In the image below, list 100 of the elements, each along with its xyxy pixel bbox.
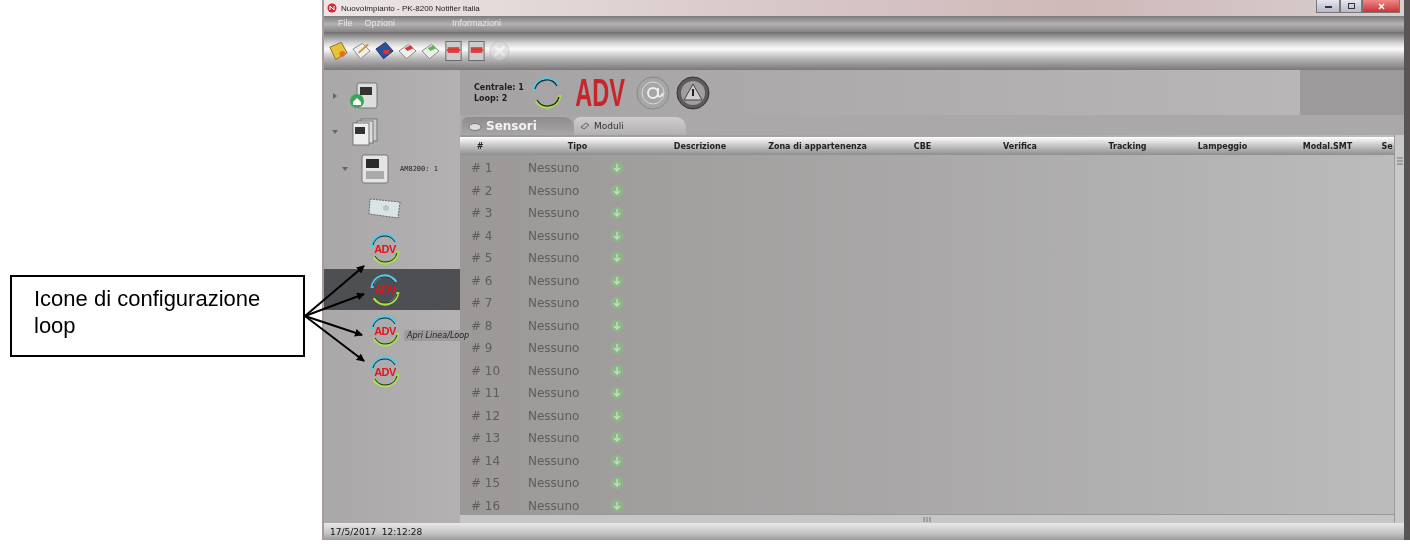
table-cell-text: Nessuno	[527, 296, 581, 311]
close-button[interactable]	[1362, 0, 1400, 13]
row-number: # 16	[470, 498, 502, 513]
panel-stack-icon	[349, 118, 381, 146]
close-icon	[1377, 2, 1385, 10]
download-arrow-icon[interactable]	[610, 273, 624, 288]
toolbar-button[interactable]	[443, 38, 464, 64]
table-cell-text: Nessuno	[527, 228, 581, 243]
download-arrow-icon[interactable]	[610, 318, 624, 333]
loop-label: ADV	[374, 242, 396, 255]
horizontal-scrollbar[interactable]	[460, 514, 1394, 523]
download-arrow-icon[interactable]	[610, 228, 624, 243]
column-header[interactable]: Descrizione	[655, 137, 745, 155]
minimize-button[interactable]	[1316, 0, 1340, 13]
loop-label: ADV	[374, 365, 396, 378]
loop-arrows-icon	[368, 313, 402, 348]
expand-arrow-icon[interactable]	[332, 93, 338, 99]
loop-arrows-icon	[368, 272, 402, 307]
maximize-icon	[1347, 3, 1355, 9]
table-cell-text: Nessuno	[527, 476, 581, 491]
row-number: # 4	[470, 228, 494, 243]
minimize-icon	[1324, 4, 1332, 8]
download-arrow-icon[interactable]	[610, 183, 624, 198]
row-number: # 2	[470, 183, 494, 198]
table-cell-text: Nessuno	[527, 363, 581, 378]
column-header[interactable]: #	[460, 137, 500, 155]
table-cell-text: Nessuno	[527, 161, 581, 176]
toolbar-button[interactable]	[466, 38, 487, 64]
download-arrow-icon[interactable]	[610, 161, 624, 176]
table-cell-text: Nessuno	[527, 206, 581, 221]
at-sign-icon[interactable]	[636, 75, 671, 110]
scroll-grip-icon	[923, 516, 931, 522]
row-number: # 5	[470, 251, 494, 266]
row-number: # 9	[470, 341, 494, 356]
row-number: # 14	[470, 453, 502, 468]
column-header[interactable]: Tracking	[1085, 137, 1170, 155]
tools-icon	[489, 39, 510, 63]
download-arrow-icon[interactable]	[610, 206, 624, 221]
loop-label: ADV	[374, 324, 396, 337]
row-number: # 1	[470, 161, 494, 176]
column-header[interactable]: Se	[1380, 137, 1394, 155]
sensor-icon	[468, 121, 482, 131]
control-panel-icon	[359, 154, 391, 184]
download-arrow-icon[interactable]	[610, 453, 624, 468]
row-number: # 6	[470, 273, 494, 288]
folder-icon	[328, 39, 349, 63]
column-header[interactable]: Tipo	[500, 137, 655, 155]
table-cell-text: Nessuno	[527, 431, 581, 446]
column-header[interactable]: Verifica	[955, 137, 1085, 155]
collapse-arrow-icon[interactable]	[332, 129, 338, 135]
table-cell-text: Nessuno	[527, 453, 581, 468]
tooltip: Apri Linea/Loop	[404, 330, 473, 341]
download-arrow-icon[interactable]	[610, 431, 624, 446]
circuit-card-icon	[367, 196, 403, 220]
adv-logo: ADV	[575, 72, 625, 113]
column-header[interactable]: CBE	[890, 137, 955, 155]
table-cell-text: Nessuno	[527, 318, 581, 333]
table-cell-text: Nessuno	[527, 341, 581, 356]
table-cell-text: Nessuno	[527, 183, 581, 198]
app-logo-icon	[327, 3, 337, 13]
loop-label: Loop: 2	[474, 93, 509, 103]
download-arrow-icon[interactable]	[610, 341, 624, 356]
row-number: # 10	[470, 363, 502, 378]
table-cell-text: Nessuno	[527, 386, 581, 401]
column-header[interactable]: Lampeggio	[1170, 137, 1275, 155]
row-number: # 11	[470, 386, 502, 401]
download-arrow-icon[interactable]	[610, 296, 624, 311]
status-text: 17/5/2017 12:12:28	[330, 526, 423, 537]
loop-arrows-icon	[368, 354, 402, 389]
row-number: # 12	[470, 408, 502, 423]
download-arrow-icon[interactable]	[610, 386, 624, 401]
loop-arrows-icon	[368, 231, 402, 266]
loop-label: ADV	[374, 283, 396, 296]
download-arrow-icon[interactable]	[610, 476, 624, 491]
row-number: # 3	[470, 206, 494, 221]
tab[interactable]: Moduli	[574, 117, 686, 135]
download-arrow-icon[interactable]	[610, 251, 624, 266]
download-arrow-icon[interactable]	[610, 363, 624, 378]
window-title: NuovoImpianto - PK-8200 Notifier Italia	[341, 3, 480, 13]
table-cell-text: Nessuno	[527, 408, 581, 423]
alert-icon[interactable]	[676, 75, 711, 110]
row-number: # 7	[470, 296, 494, 311]
download-arrow-icon[interactable]	[610, 498, 624, 513]
table-cell-text: Nessuno	[527, 251, 581, 266]
panel-house-icon	[349, 82, 381, 110]
row-number: # 13	[470, 431, 502, 446]
table-cell-text: Nessuno	[527, 498, 581, 513]
maximize-button[interactable]	[1340, 0, 1362, 13]
central-label: Centrale: 1	[474, 82, 524, 92]
vertical-scrollbar[interactable]	[1394, 135, 1404, 523]
column-header[interactable]: Zona di appartenenza	[745, 137, 890, 155]
download-arrow-icon[interactable]	[610, 408, 624, 423]
column-header[interactable]: Modal.SMT	[1275, 137, 1380, 155]
row-number: # 8	[470, 318, 494, 333]
callout-text: Icone di configurazione loop	[10, 275, 305, 357]
row-number: # 15	[470, 476, 502, 491]
table-cell-text: Nessuno	[527, 273, 581, 288]
scroll-grip-icon	[1396, 157, 1403, 165]
collapse-arrow-icon[interactable]	[342, 166, 348, 172]
module-icon	[580, 122, 590, 130]
